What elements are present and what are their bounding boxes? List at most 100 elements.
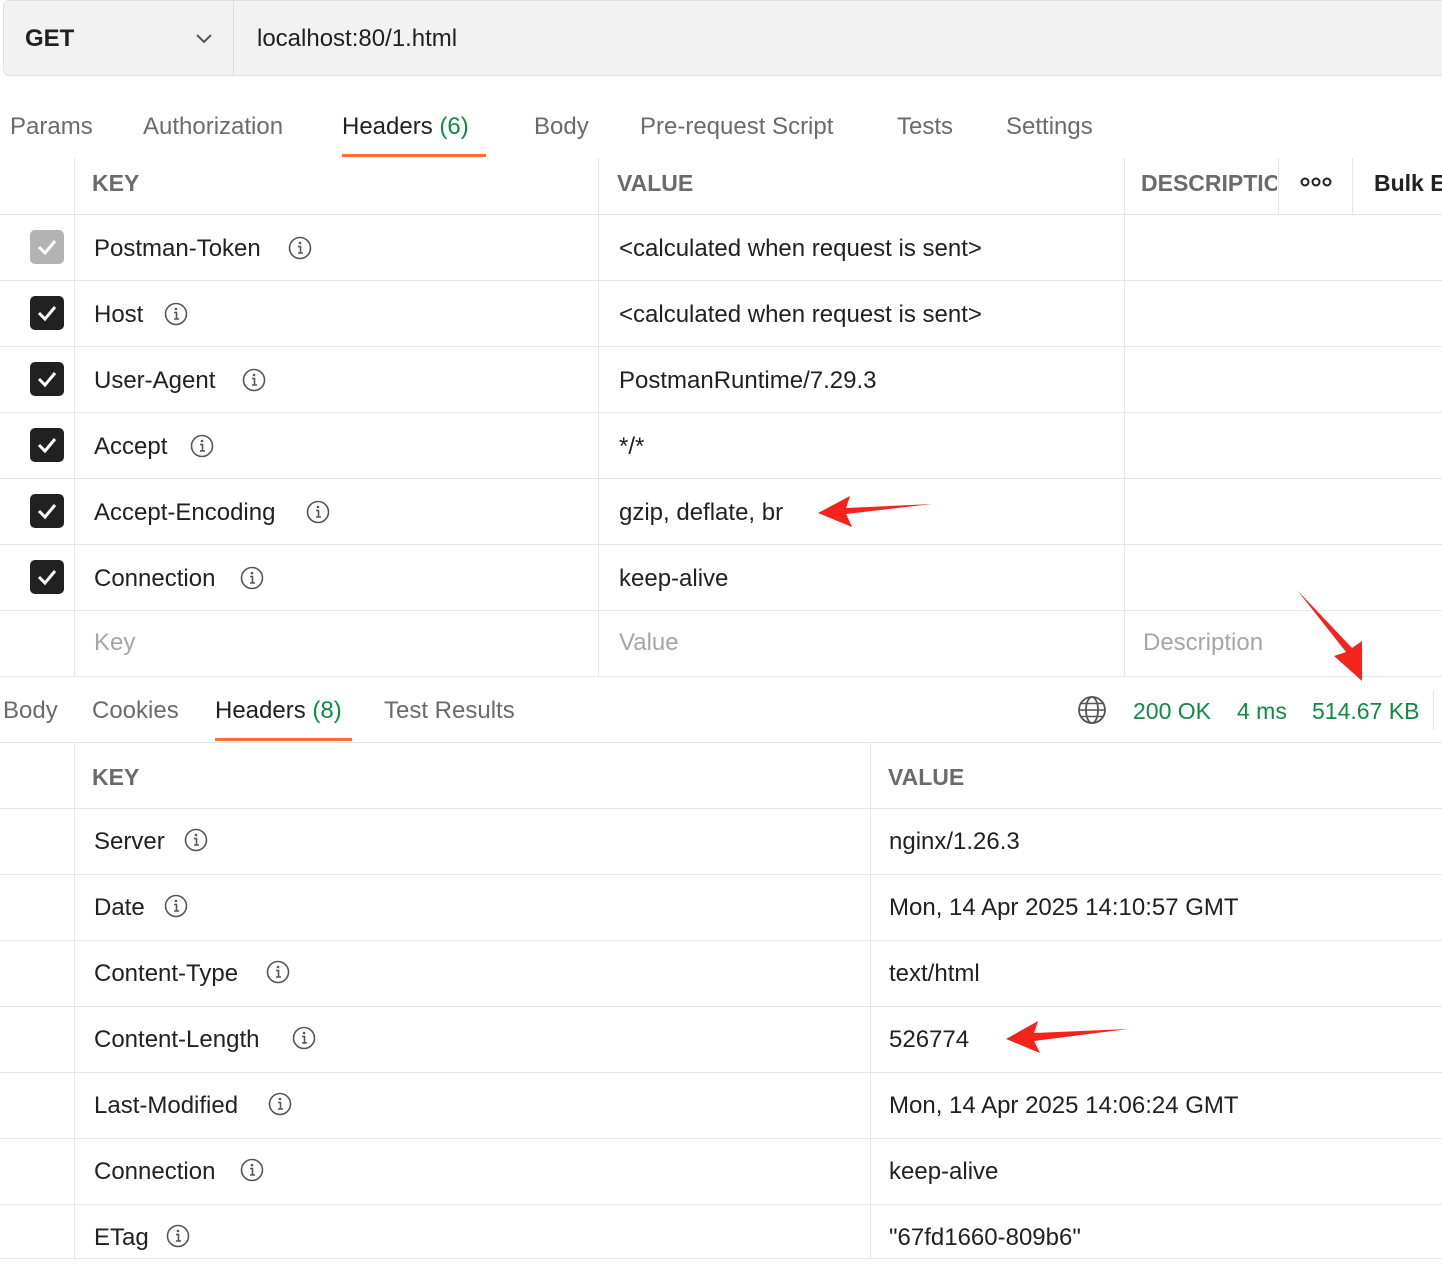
info-icon[interactable]: [288, 236, 312, 260]
tab-prerequest-script[interactable]: Pre-request Script: [640, 113, 833, 141]
tab-headers-label: Headers: [342, 113, 433, 140]
info-icon[interactable]: [166, 1224, 190, 1248]
header-key[interactable]: Host: [94, 301, 143, 329]
response-size[interactable]: 514.67 KB: [1312, 698, 1419, 725]
header-value[interactable]: gzip, deflate, br: [619, 499, 783, 527]
header-key: ETag: [94, 1224, 149, 1251]
bulk-edit-button[interactable]: Bulk E: [1374, 170, 1442, 197]
info-icon[interactable]: [306, 500, 330, 524]
method-label: GET: [25, 25, 75, 52]
response-tab-test-results[interactable]: Test Results: [384, 697, 515, 725]
divider: [0, 874, 1442, 875]
header-value[interactable]: <calculated when request is sent>: [619, 301, 982, 329]
new-description-input[interactable]: Description: [1143, 629, 1263, 657]
divider: [0, 412, 1442, 413]
header-value[interactable]: <calculated when request is sent>: [619, 235, 982, 263]
info-icon[interactable]: [184, 828, 208, 852]
divider: [0, 280, 1442, 281]
check-icon: [37, 438, 57, 454]
column-divider: [870, 742, 871, 1258]
response-time[interactable]: 4 ms: [1237, 698, 1287, 725]
divider: [0, 478, 1442, 479]
header-value: 526774: [889, 1026, 970, 1053]
new-key-input[interactable]: Key: [94, 629, 135, 657]
tab-authorization[interactable]: Authorization: [143, 113, 283, 141]
divider: [0, 214, 1442, 215]
tab-headers-count: (6): [439, 113, 469, 140]
column-divider: [74, 158, 75, 676]
annotation-arrow-accept-encoding: [818, 496, 932, 527]
divider: [0, 808, 1442, 809]
key-column-header: KEY: [92, 170, 140, 196]
info-icon[interactable]: [266, 960, 290, 984]
tab-params[interactable]: Params: [10, 113, 93, 141]
info-icon[interactable]: [292, 1026, 316, 1050]
divider: [0, 940, 1442, 941]
info-icon[interactable]: [268, 1092, 292, 1116]
column-divider: [1278, 158, 1279, 214]
header-key[interactable]: Postman-Token: [94, 235, 261, 263]
divider: [0, 544, 1442, 545]
header-key[interactable]: Accept: [94, 433, 167, 461]
header-key: Content-Length: [94, 1026, 260, 1053]
header-key: Last-Modified: [94, 1092, 239, 1119]
header-value: nginx/1.26.3: [889, 828, 1020, 855]
info-icon[interactable]: [240, 566, 264, 590]
header-value: text/html: [889, 960, 980, 987]
request-url-bar: GET localhost:80/1.html: [3, 0, 1442, 77]
divider: [0, 346, 1442, 347]
info-icon[interactable]: [190, 434, 214, 458]
info-icon[interactable]: [240, 1158, 264, 1182]
header-key: Date: [94, 894, 145, 921]
row-checkbox[interactable]: [30, 296, 64, 330]
response-tab-cookies[interactable]: Cookies: [92, 697, 179, 725]
header-value: "67fd1660-809b6": [889, 1224, 1081, 1251]
divider: [0, 1138, 1442, 1139]
row-checkbox[interactable]: [30, 230, 64, 264]
header-value[interactable]: */*: [619, 433, 644, 461]
header-key[interactable]: Accept-Encoding: [94, 499, 275, 527]
row-checkbox[interactable]: [30, 362, 64, 396]
tab-settings[interactable]: Settings: [1006, 113, 1093, 141]
response-tab-body[interactable]: Body: [3, 697, 58, 725]
header-value[interactable]: PostmanRuntime/7.29.3: [619, 367, 876, 395]
header-key: Connection: [94, 1158, 216, 1185]
response-tab-headers-label: Headers: [215, 697, 306, 724]
tab-tests[interactable]: Tests: [897, 113, 953, 141]
header-key: Server: [94, 828, 165, 855]
header-key: Content-Type: [94, 960, 239, 987]
method-select[interactable]: GET: [4, 1, 234, 77]
row-checkbox[interactable]: [30, 428, 64, 462]
response-status[interactable]: 200 OK: [1133, 698, 1211, 725]
divider: [0, 1006, 1442, 1007]
header-value[interactable]: keep-alive: [619, 565, 728, 593]
url-input[interactable]: localhost:80/1.html: [257, 25, 457, 53]
column-divider: [1352, 158, 1353, 214]
response-tab-headers[interactable]: Headers (8): [215, 697, 342, 725]
toolbar-divider: [1433, 690, 1434, 730]
tab-headers[interactable]: Headers (6): [342, 113, 469, 141]
divider: [0, 1258, 1442, 1259]
annotation-arrow-content-length: [1006, 1021, 1128, 1053]
row-checkbox[interactable]: [30, 560, 64, 594]
row-checkbox[interactable]: [30, 494, 64, 528]
new-value-input[interactable]: Value: [619, 629, 679, 657]
header-key[interactable]: User-Agent: [94, 367, 215, 395]
column-divider: [598, 158, 599, 676]
tab-body[interactable]: Body: [534, 113, 589, 141]
chevron-down-icon: [196, 34, 212, 44]
info-icon[interactable]: [164, 302, 188, 326]
annotation-arrow-response-size: [1297, 590, 1362, 681]
info-icon[interactable]: [164, 894, 188, 918]
header-value: keep-alive: [889, 1158, 999, 1185]
header-key[interactable]: Connection: [94, 565, 215, 593]
info-icon[interactable]: [242, 368, 266, 392]
more-options-icon[interactable]: [1300, 176, 1332, 188]
column-divider: [74, 742, 75, 1258]
description-column-header: DESCRIPTIC: [1141, 170, 1277, 196]
divider: [0, 742, 1442, 743]
column-divider: [1124, 158, 1125, 676]
response-tab-headers-count: (8): [312, 697, 342, 724]
divider: [0, 1072, 1442, 1073]
globe-icon[interactable]: [1077, 695, 1107, 725]
